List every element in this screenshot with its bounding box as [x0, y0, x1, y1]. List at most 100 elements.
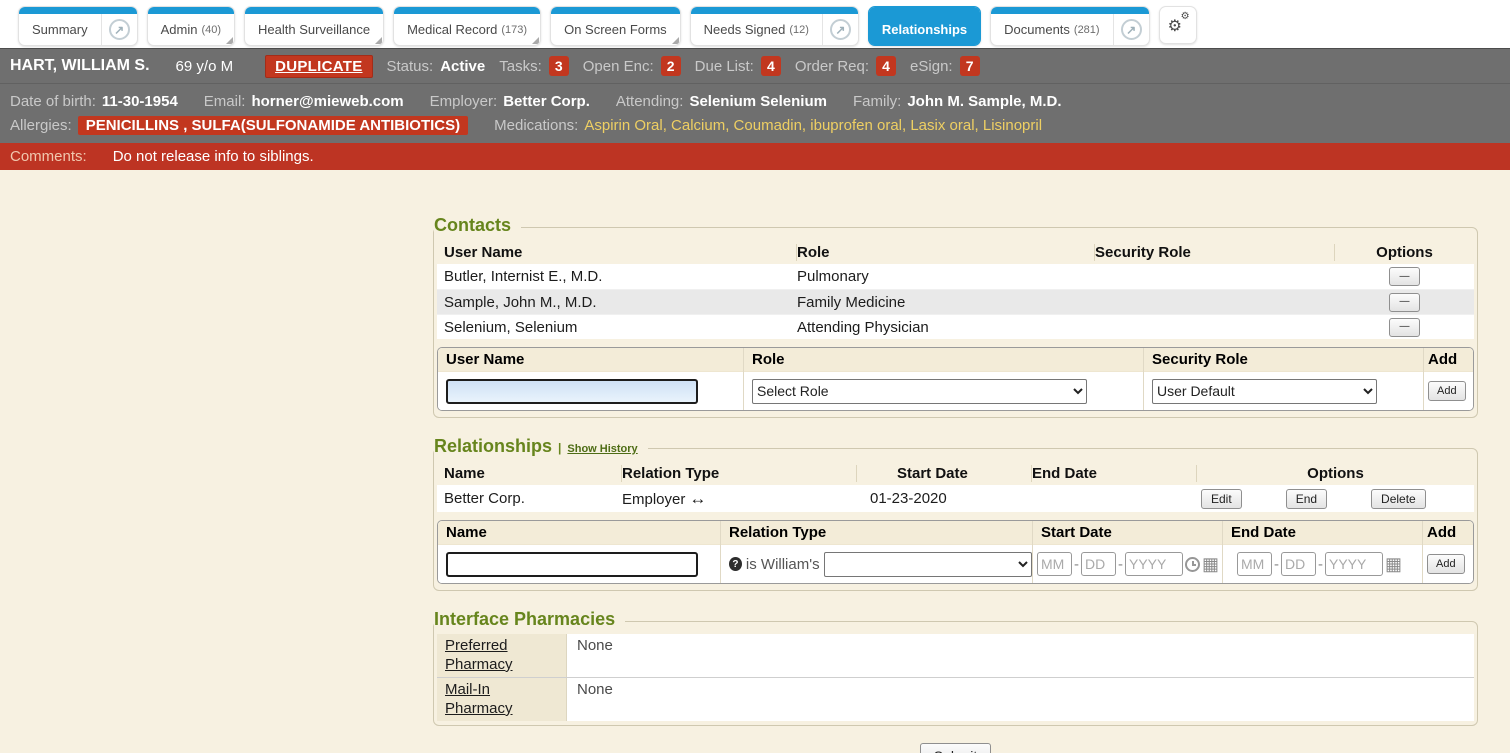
tab-needs-signed-popout-button[interactable]: ↗: [822, 14, 858, 45]
comments-bar: Comments: Do not release info to sibling…: [0, 143, 1510, 170]
tab-documents-label: Documents: [1004, 22, 1070, 37]
main-content: Contacts User Name Role Security Role Op…: [433, 170, 1478, 753]
tab-health-surveillance[interactable]: Health Surveillance: [245, 14, 383, 45]
add-contact-role-select[interactable]: Select Role: [752, 379, 1087, 404]
popout-icon: ↗: [109, 19, 130, 40]
add-relationship-relation-type-header: Relation Type: [721, 521, 1032, 545]
tab-summary-popout-button[interactable]: ↗: [101, 14, 137, 45]
calendar-icon[interactable]: ▦: [1385, 555, 1402, 573]
tab-accent-strip: [394, 7, 540, 14]
add-contact-role-header: Role: [744, 348, 1143, 372]
mail-in-pharmacy-link[interactable]: Mail-In Pharmacy: [445, 681, 558, 719]
tab-documents[interactable]: Documents (281): [991, 14, 1112, 45]
relationships-header-relation-type: Relation Type: [622, 465, 857, 482]
tab-bar: Summary ↗ Admin (40) Health Surveillance: [0, 0, 1510, 48]
tab-needs-signed-label: Needs Signed: [704, 22, 786, 37]
tab-group-on-screen-forms: On Screen Forms: [550, 6, 681, 46]
patient-age-sex: 69 y/o M: [176, 58, 234, 75]
tab-group-documents: Documents (281) ↗: [990, 6, 1149, 46]
show-history-link[interactable]: Show History: [567, 443, 637, 455]
date-separator: -: [1274, 556, 1279, 573]
remove-contact-button[interactable]: —: [1389, 293, 1420, 312]
end-year-input[interactable]: [1325, 552, 1383, 576]
add-contact-security-role-select[interactable]: User Default: [1152, 379, 1377, 404]
tab-medical-record[interactable]: Medical Record (173): [394, 14, 540, 45]
allergies-value[interactable]: PENICILLINS , SULFA(SULFONAMIDE ANTIBIOT…: [78, 116, 468, 135]
medications-label: Medications:: [494, 117, 578, 134]
relationships-header-end-date: End Date: [1032, 465, 1197, 482]
add-relationship-start-date-header: Start Date: [1033, 521, 1222, 545]
calendar-icon[interactable]: ▦: [1202, 555, 1219, 573]
help-icon[interactable]: ?: [729, 557, 742, 571]
relationships-title: Relationships: [434, 436, 552, 457]
tab-group-admin: Admin (40): [147, 6, 235, 46]
mail-in-pharmacy-value: None: [567, 678, 1474, 721]
start-day-input[interactable]: [1081, 552, 1116, 576]
tasks-count-badge[interactable]: 3: [549, 56, 569, 76]
comments-label: Comments:: [10, 148, 87, 165]
tab-documents-popout-button[interactable]: ↗: [1113, 14, 1149, 45]
relationships-section: Relationships | Show History Name Relati…: [433, 448, 1478, 591]
pharmacy-row: Preferred Pharmacy None: [437, 634, 1474, 677]
tab-health-surveillance-label: Health Surveillance: [258, 22, 370, 37]
popout-icon: ↗: [1121, 19, 1142, 40]
allergies-label: Allergies:: [10, 117, 72, 134]
tab-accent-strip: [19, 7, 137, 14]
tab-relationships[interactable]: Relationships: [869, 14, 980, 45]
tab-on-screen-forms-label: On Screen Forms: [564, 22, 667, 37]
remove-contact-button[interactable]: —: [1389, 318, 1420, 337]
tab-admin-label: Admin: [161, 22, 198, 37]
medications-value[interactable]: Aspirin Oral, Calcium, Coumadin, ibuprof…: [584, 117, 1042, 134]
tab-admin[interactable]: Admin (40): [148, 14, 234, 45]
open-enc-count-badge[interactable]: 2: [661, 56, 681, 76]
add-relationship-type-select[interactable]: [824, 552, 1032, 577]
edit-relationship-button[interactable]: Edit: [1201, 489, 1242, 509]
contact-role: Family Medicine: [797, 294, 1095, 311]
attending-label: Attending:: [616, 93, 684, 110]
tab-on-screen-forms[interactable]: On Screen Forms: [551, 14, 680, 45]
contact-role: Pulmonary: [797, 268, 1095, 285]
email-value: horner@mieweb.com: [251, 93, 403, 110]
delete-relationship-button[interactable]: Delete: [1371, 489, 1426, 509]
relationship-start-date: 01-23-2020: [857, 490, 1032, 507]
tab-accent-strip: [991, 7, 1148, 14]
add-contact-security-role-header: Security Role: [1144, 348, 1423, 372]
add-relationship-name-input[interactable]: [446, 552, 698, 577]
dropdown-fold-icon: [532, 37, 539, 44]
add-contact-button[interactable]: Add: [1428, 381, 1466, 401]
employer-label: Employer:: [430, 93, 498, 110]
relationships-table-header: Name Relation Type Start Date End Date O…: [437, 462, 1474, 485]
remove-contact-button[interactable]: —: [1389, 267, 1420, 286]
tab-summary[interactable]: Summary: [19, 14, 101, 45]
esign-count-badge[interactable]: 7: [960, 56, 980, 76]
settings-button[interactable]: ⚙ ⚙: [1159, 6, 1197, 44]
end-day-input[interactable]: [1281, 552, 1316, 576]
start-year-input[interactable]: [1125, 552, 1183, 576]
tab-accent-strip: [869, 7, 980, 14]
duplicate-badge[interactable]: DUPLICATE: [265, 55, 372, 78]
dropdown-fold-icon: [226, 37, 233, 44]
due-list-count-badge[interactable]: 4: [761, 56, 781, 76]
attending-value: Selenium Selenium: [689, 93, 827, 110]
clock-icon[interactable]: [1185, 557, 1200, 572]
add-relationship-panel: Name Relation Type ? is William's Start …: [437, 520, 1474, 584]
preferred-pharmacy-link[interactable]: Preferred Pharmacy: [445, 637, 558, 675]
contact-row: Sample, John M., M.D. Family Medicine —: [437, 289, 1474, 314]
end-relationship-button[interactable]: End: [1286, 489, 1327, 509]
end-month-input[interactable]: [1237, 552, 1272, 576]
tab-needs-signed[interactable]: Needs Signed (12): [691, 14, 822, 45]
start-month-input[interactable]: [1037, 552, 1072, 576]
submit-button[interactable]: Submit: [920, 743, 992, 753]
tab-relationships-label: Relationships: [882, 22, 967, 37]
tab-accent-strip: [551, 7, 680, 14]
add-contact-user-name-input[interactable]: [446, 379, 698, 404]
contact-row: Butler, Internist E., M.D. Pulmonary —: [437, 264, 1474, 289]
add-relationship-button[interactable]: Add: [1427, 554, 1465, 574]
status-label: Status:: [387, 58, 434, 75]
tab-group-needs-signed: Needs Signed (12) ↗: [690, 6, 859, 46]
contacts-table-header: User Name Role Security Role Options: [437, 241, 1474, 264]
date-separator: -: [1318, 556, 1323, 573]
open-enc-label: Open Enc:: [583, 58, 654, 75]
order-req-count-badge[interactable]: 4: [876, 56, 896, 76]
popout-icon: ↗: [830, 19, 851, 40]
